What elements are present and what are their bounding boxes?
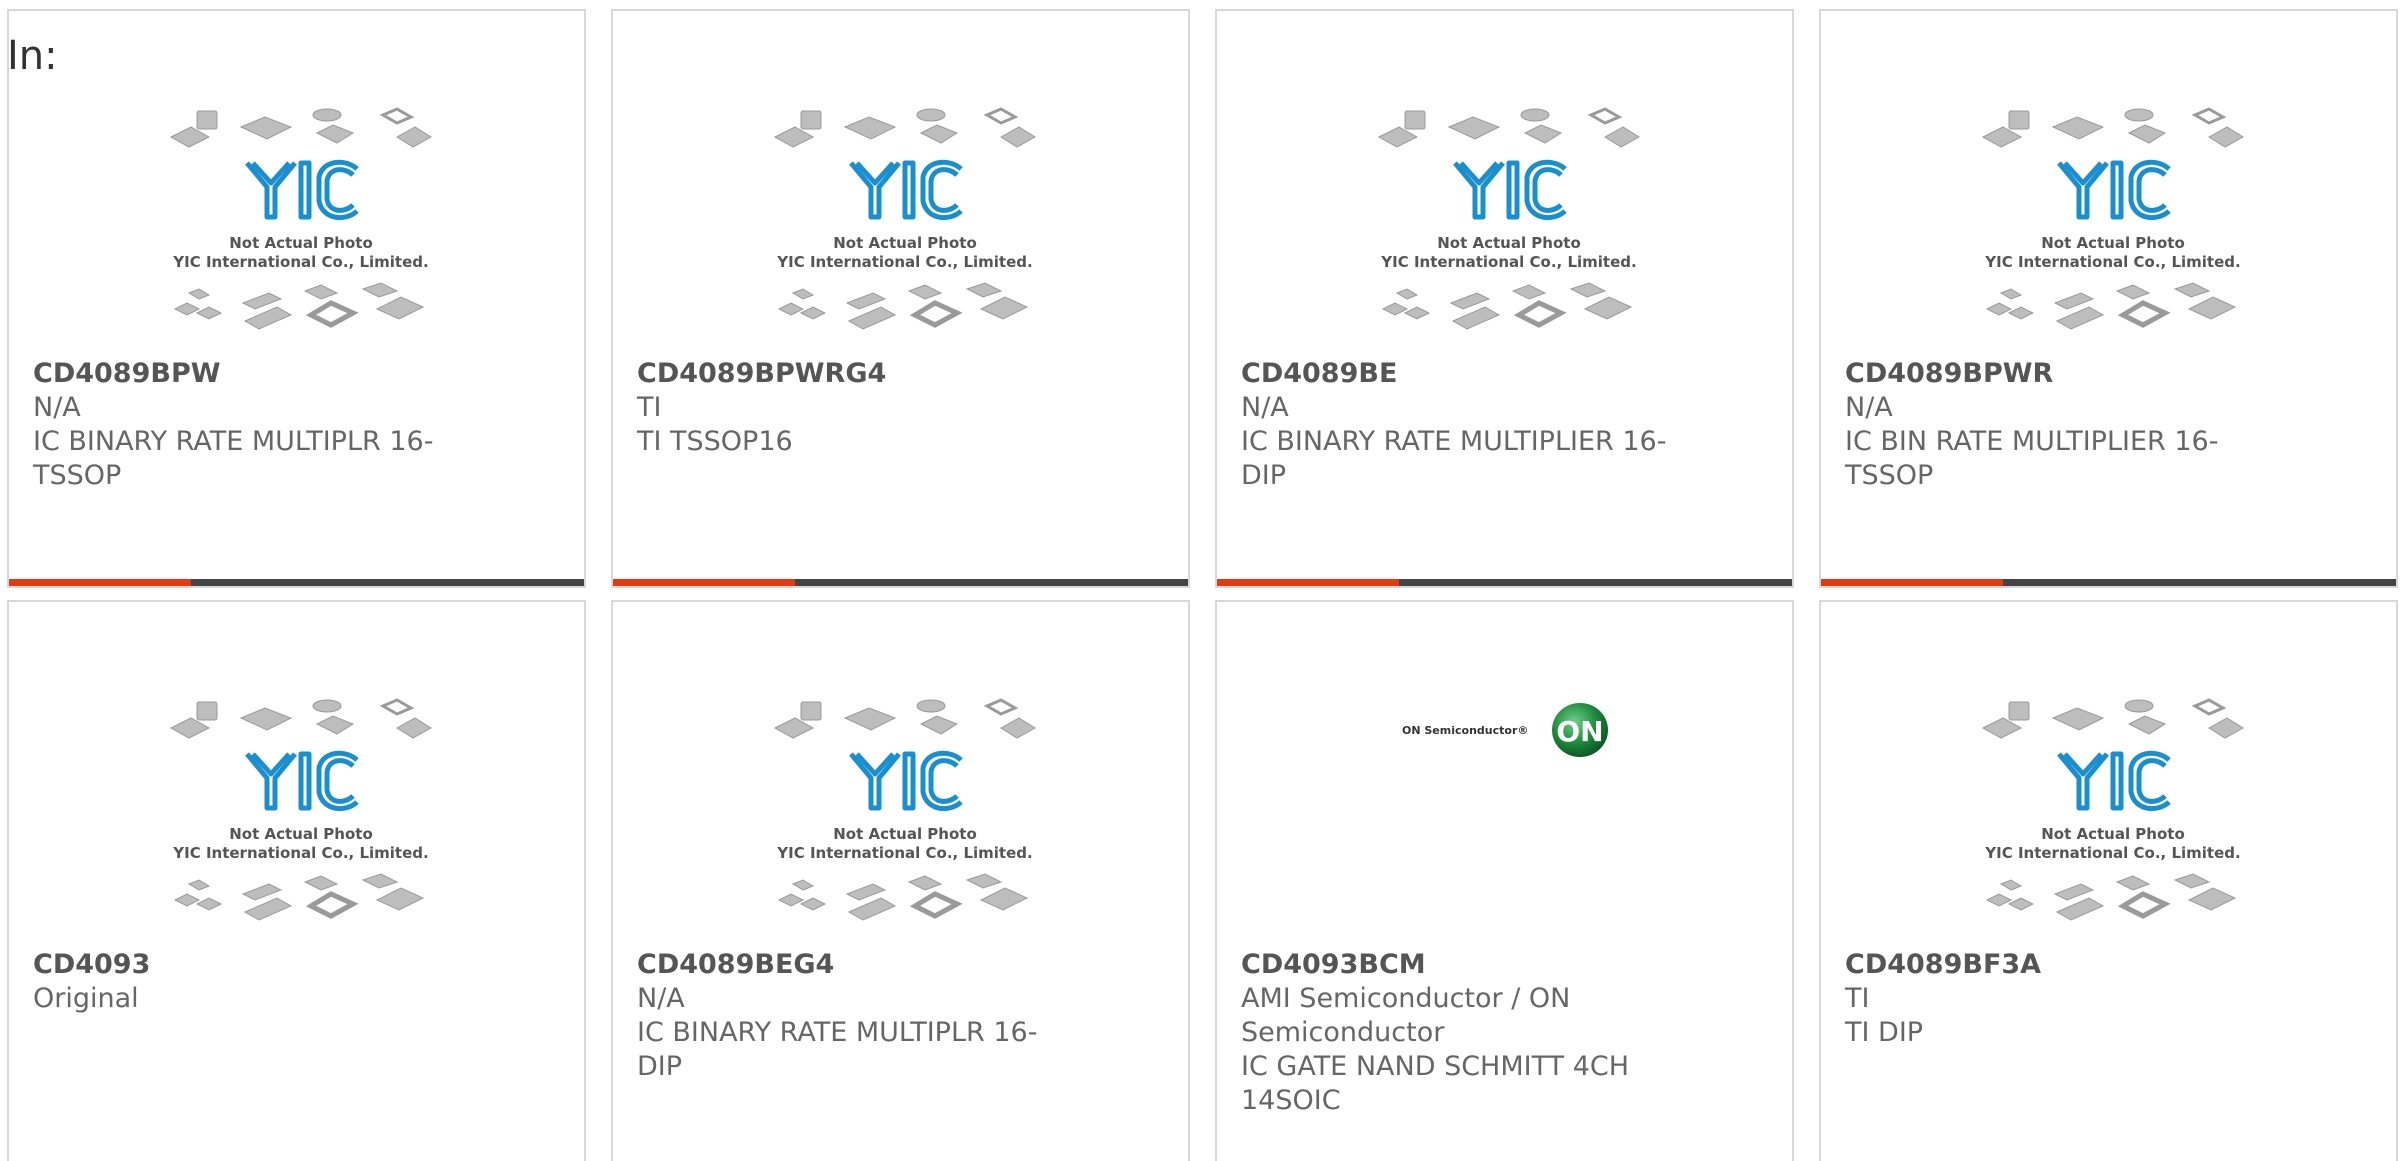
placeholder-caption-1: Not Actual Photo — [833, 234, 977, 252]
product-image-placeholder[interactable]: Not Actual Photo YIC International Co., … — [169, 694, 433, 944]
product-image-onsemi-logo[interactable]: ON Semiconductor® ON — [1217, 602, 1792, 902]
product-image-placeholder[interactable]: Not Actual Photo YIC International Co., … — [773, 103, 1037, 353]
product-grid-page: In: Not Actual Photo YIC International C… — [0, 0, 2400, 1161]
product-detail-line3: 14SOIC — [1241, 1085, 1341, 1116]
product-info: CD4089BPWRG4 TI TI TSSOP16 — [637, 357, 1067, 459]
product-card[interactable]: ON Semiconductor® ON CD4093BCM AMI Semico… — [1215, 600, 1794, 1161]
product-detail-line3: TSSOP — [33, 460, 122, 491]
product-info: CD4093BCM AMI Semiconductor / ON Semicondu… — [1241, 948, 1671, 1118]
product-part-number[interactable]: CD4089BPW — [33, 357, 463, 391]
product-detail-line2: IC BINARY RATE MULTIPLR 16- — [33, 426, 434, 457]
product-card[interactable]: Not Actual Photo YIC International Co., … — [611, 9, 1190, 588]
card-bottom-bar-accent — [1821, 579, 2003, 586]
in-label: In: — [7, 33, 58, 79]
card-bottom-bar — [1821, 579, 2396, 586]
card-bottom-bar — [9, 579, 584, 586]
product-detail-line1: TI — [637, 392, 662, 423]
placeholder-caption-2: YIC International Co., Limited. — [1984, 844, 2240, 862]
product-card[interactable]: Not Actual Photo YIC International Co., … — [7, 9, 586, 588]
product-detail-line1: N/A — [637, 983, 685, 1014]
yic-placeholder-graphic: Not Actual Photo YIC International Co., … — [1981, 698, 2244, 921]
product-detail-line2: TI TSSOP16 — [637, 426, 793, 457]
placeholder-caption-1: Not Actual Photo — [229, 234, 373, 252]
product-part-number[interactable]: CD4089BF3A — [1845, 948, 2275, 982]
product-part-number[interactable]: CD4093 — [33, 948, 463, 982]
placeholder-caption-2: YIC International Co., Limited. — [1984, 253, 2240, 271]
product-info: CD4089BF3A TI TI DIP — [1845, 948, 2275, 1050]
onsemi-badge-text: ON — [1556, 715, 1603, 748]
product-detail-line1: TI — [1845, 983, 1870, 1014]
product-detail-line1: N/A — [1241, 392, 1289, 423]
card-bottom-bar-accent — [1217, 579, 1399, 586]
product-image-placeholder[interactable]: Not Actual Photo YIC International Co., … — [1981, 103, 2245, 353]
product-part-number[interactable]: CD4089BPWR — [1845, 357, 2275, 391]
placeholder-caption-1: Not Actual Photo — [833, 825, 977, 843]
yic-placeholder-graphic: Not Actual Photo YIC International Co., … — [773, 107, 1036, 330]
placeholder-caption-2: YIC International Co., Limited. — [776, 253, 1032, 271]
onsemi-wordmark: ON Semiconductor® — [1402, 724, 1528, 737]
placeholder-caption-1: Not Actual Photo — [2041, 234, 2185, 252]
card-bottom-bar-accent — [9, 579, 191, 586]
product-image-placeholder[interactable]: Not Actual Photo YIC International Co., … — [1377, 103, 1641, 353]
placeholder-caption-1: Not Actual Photo — [2041, 825, 2185, 843]
product-part-number[interactable]: CD4089BE — [1241, 357, 1671, 391]
product-part-number[interactable]: CD4089BPWRG4 — [637, 357, 1067, 391]
product-card[interactable]: Not Actual Photo YIC International Co., … — [1819, 600, 2398, 1161]
product-detail-line2: IC BINARY RATE MULTIPLIER 16- — [1241, 426, 1667, 457]
product-detail-line1b: Semiconductor — [1241, 1017, 1445, 1048]
placeholder-caption-1: Not Actual Photo — [1437, 234, 1581, 252]
product-detail-line1: AMI Semiconductor / ON — [1241, 983, 1571, 1014]
yic-placeholder-graphic: Not Actual Photo YIC International Co., … — [1377, 107, 1640, 330]
yic-placeholder-graphic: Not Actual Photo YIC International Co., … — [773, 698, 1036, 921]
product-card[interactable]: Not Actual Photo YIC International Co., … — [1819, 9, 2398, 588]
product-detail-line1: N/A — [1845, 392, 1893, 423]
yic-placeholder-graphic: Not Actual Photo YIC International Co., … — [169, 107, 432, 330]
card-bottom-bar-accent — [613, 579, 795, 586]
product-info: CD4089BPW N/A IC BINARY RATE MULTIPLR 16- T… — [33, 357, 463, 493]
product-detail-line2: IC GATE NAND SCHMITT 4CH — [1241, 1051, 1630, 1082]
product-detail-line1: N/A — [33, 392, 81, 423]
product-detail-line3: TSSOP — [1845, 460, 1934, 491]
product-info: CD4089BPWR N/A IC BIN RATE MULTIPLIER 16- T… — [1845, 357, 2275, 493]
product-image-placeholder[interactable]: Not Actual Photo YIC International Co., … — [773, 694, 1037, 944]
product-detail-line3: DIP — [637, 1051, 683, 1082]
product-part-number[interactable]: CD4093BCM — [1241, 948, 1671, 982]
product-detail-line2: IC BINARY RATE MULTIPLR 16- — [637, 1017, 1038, 1048]
placeholder-caption-2: YIC International Co., Limited. — [776, 844, 1032, 862]
product-info: CD4089BE N/A IC BINARY RATE MULTIPLIER 16-… — [1241, 357, 1671, 493]
product-detail-line2: IC BIN RATE MULTIPLIER 16- — [1845, 426, 2219, 457]
placeholder-caption-2: YIC International Co., Limited. — [172, 844, 428, 862]
product-image-placeholder[interactable]: Not Actual Photo YIC International Co., … — [1981, 694, 2245, 944]
product-part-number[interactable]: CD4089BEG4 — [637, 948, 1067, 982]
product-card[interactable]: Not Actual Photo YIC International Co., … — [1215, 9, 1794, 588]
placeholder-caption-2: YIC International Co., Limited. — [172, 253, 428, 271]
product-detail-line2: TI DIP — [1845, 1017, 1924, 1048]
product-detail-line1: Original — [33, 983, 139, 1014]
onsemi-logo-graphic: ON Semiconductor® ON — [1402, 703, 1608, 757]
product-info: CD4089BEG4 N/A IC BINARY RATE MULTIPLR 16-… — [637, 948, 1067, 1084]
product-card[interactable]: Not Actual Photo YIC International Co., … — [611, 600, 1190, 1161]
product-card[interactable]: Not Actual Photo YIC International Co., … — [7, 600, 586, 1161]
yic-placeholder-graphic: Not Actual Photo YIC International Co., … — [1981, 107, 2244, 330]
card-bottom-bar — [1217, 579, 1792, 586]
product-detail-line3: DIP — [1241, 460, 1287, 491]
yic-placeholder-graphic: Not Actual Photo YIC International Co., … — [169, 698, 432, 921]
placeholder-caption-2: YIC International Co., Limited. — [1380, 253, 1636, 271]
placeholder-caption-1: Not Actual Photo — [229, 825, 373, 843]
product-info: CD4093 Original — [33, 948, 463, 1016]
card-bottom-bar — [613, 579, 1188, 586]
product-image-placeholder[interactable]: Not Actual Photo YIC International Co., … — [169, 103, 433, 353]
